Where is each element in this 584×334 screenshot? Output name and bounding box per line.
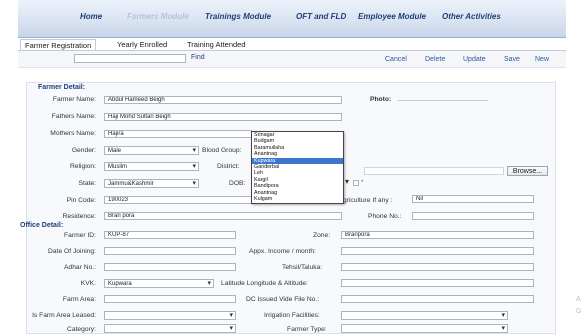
chevron-down-icon: ▾: [192, 180, 196, 187]
dc-issued-label: DC Issued Vide File No.:: [246, 296, 320, 303]
farmer-id-field[interactable]: KUP-87: [104, 231, 236, 239]
photo-path-field[interactable]: [364, 167, 504, 175]
kvk-select[interactable]: Kupwara ▾: [104, 279, 214, 288]
date-of-joining-field[interactable]: [104, 247, 236, 255]
agriculture-field[interactable]: Nil: [412, 195, 534, 203]
toolbar: Find Cancel Delete Update Save New: [18, 51, 566, 68]
nav-other-activities[interactable]: Other Activities: [442, 12, 501, 21]
tehsil-label: Tehsil/Taluka:: [282, 264, 323, 271]
irrigation-label: Irrigation Facilities:: [264, 312, 320, 319]
gender-label: Gender:: [71, 147, 96, 154]
religion-label: Religion:: [69, 163, 96, 170]
chevron-down-icon: ▾: [501, 312, 505, 319]
find-input[interactable]: [74, 54, 186, 63]
residence-field[interactable]: Brari pora: [104, 212, 342, 220]
dc-issued-field[interactable]: [341, 295, 534, 303]
mothers-name-field[interactable]: Hajira: [104, 130, 252, 138]
nav-home[interactable]: Home: [80, 12, 102, 21]
district-label: District:: [217, 163, 240, 170]
farm-area-label: Farm Area:: [62, 296, 96, 303]
farmer-detail-heading: Farmer Detail:: [38, 84, 86, 91]
tab-yearly-enrolled[interactable]: Yearly Enrolled: [113, 39, 171, 50]
farm-area-field[interactable]: [104, 295, 236, 303]
browse-button[interactable]: Browse...: [507, 166, 548, 176]
phone-field[interactable]: [412, 212, 534, 220]
farmer-type-label: Farmer Type:: [287, 326, 327, 333]
delete-button[interactable]: Delete: [425, 56, 445, 63]
irrigation-select[interactable]: ▾: [341, 311, 508, 320]
tab-training-attended[interactable]: Training Attended: [183, 39, 250, 50]
lat-long-field[interactable]: [341, 279, 534, 287]
nav-oft-and-fld[interactable]: OFT and FLD: [296, 12, 346, 21]
fathers-name-field[interactable]: Haji Mohd Sultan Beigh: [104, 113, 342, 121]
dob-label: DOB:: [229, 180, 246, 187]
office-detail-heading: Office Detail:: [20, 222, 64, 229]
adhar-field[interactable]: [104, 263, 236, 271]
chevron-down-icon: ▾: [207, 280, 211, 287]
gender-value: Male: [108, 148, 122, 154]
phone-label: Phone No.:: [368, 213, 402, 220]
state-value: Jammu&Kashmir: [108, 181, 154, 187]
state-select[interactable]: Jammu&Kashmir ▾: [104, 179, 199, 188]
zone-field[interactable]: Braripora: [341, 231, 534, 239]
date-of-joining-label: Date Of Joining:: [48, 248, 96, 255]
tehsil-field[interactable]: [341, 263, 534, 271]
chevron-down-icon: ▾: [501, 325, 505, 332]
nav-employee-module[interactable]: Employee Module: [358, 12, 426, 21]
religion-value: Muslim: [108, 164, 127, 170]
pin-code-field[interactable]: 190023: [104, 196, 252, 204]
zone-label: Zone:: [313, 232, 331, 239]
chevron-down-icon[interactable]: ▾: [345, 177, 349, 186]
farm-leased-label: Is Farm Area Leased:: [32, 312, 96, 319]
find-button[interactable]: Find: [191, 54, 205, 61]
chevron-down-icon: ▾: [229, 325, 233, 332]
new-button[interactable]: New: [535, 56, 549, 63]
chevron-down-icon: ▾: [229, 312, 233, 319]
district-dropdown-list[interactable]: Srinagar Budgam Baramullaha Anantnag Kup…: [251, 131, 344, 204]
kvk-value: Kupwara: [108, 281, 132, 287]
lat-long-label: Latitude Longitude & Altitude:: [221, 280, 309, 287]
asterisk-icon: *: [361, 180, 364, 186]
cancel-button[interactable]: Cancel: [385, 56, 407, 63]
edge-text: G: [576, 308, 582, 315]
agriculture-label: griculture If any :: [343, 197, 393, 204]
calendar-icon[interactable]: [353, 180, 359, 186]
update-button[interactable]: Update: [463, 56, 486, 63]
income-field[interactable]: [341, 247, 534, 255]
photo-label: Photo:: [370, 96, 392, 103]
residence-label: Residence:: [62, 213, 96, 220]
blood-group-label: Blood Group:: [202, 147, 242, 154]
chevron-down-icon: ▾: [192, 163, 196, 170]
fathers-name-label: Fathers Name:: [51, 113, 96, 120]
nav-farmers-module[interactable]: Farmers Module: [127, 12, 189, 21]
mothers-name-label: Mothers Name:: [50, 130, 96, 137]
pin-code-label: Pin Code:: [66, 197, 96, 204]
kvk-label: KVK:: [80, 280, 96, 287]
farm-leased-select[interactable]: ▾: [104, 311, 236, 320]
farmer-name-field[interactable]: Abdul Hameed Beigh: [104, 96, 342, 104]
chevron-down-icon: ▾: [192, 147, 196, 154]
gender-select[interactable]: Male ▾: [104, 146, 199, 155]
income-label: Appx. Income / month:: [249, 248, 316, 255]
nav-trainings-module[interactable]: Trainings Module: [205, 12, 271, 21]
edge-text: A: [576, 296, 581, 303]
adhar-label: Adhar No.:: [64, 264, 96, 271]
farmer-type-select[interactable]: ▾: [341, 324, 508, 333]
photo-placeholder: [398, 100, 488, 101]
religion-select[interactable]: Muslim ▾: [104, 162, 199, 171]
farmer-name-label: Farmer Name:: [52, 96, 96, 103]
category-label: Category:: [67, 326, 96, 333]
category-select[interactable]: ▾: [104, 324, 236, 333]
farmer-id-label: Farmer ID:: [64, 232, 96, 239]
district-option[interactable]: Kulgam: [252, 196, 343, 202]
top-navigation: Home Farmers Module Trainings Module OFT…: [18, 0, 566, 38]
save-button[interactable]: Save: [504, 56, 520, 63]
state-label: State:: [78, 180, 96, 187]
